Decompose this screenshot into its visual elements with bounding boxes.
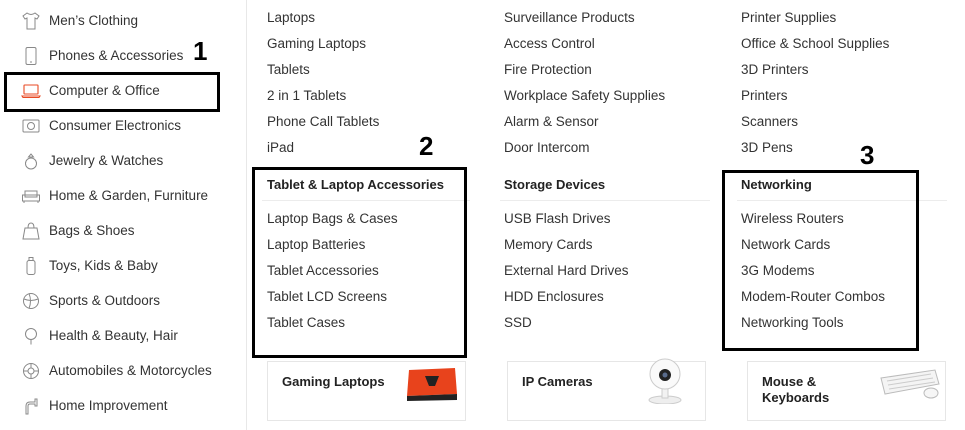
menu-link[interactable]: Phone Call Tablets (267, 114, 379, 129)
menu-link[interactable]: 3D Printers (741, 62, 809, 77)
promo-card-mouse-keyboards[interactable]: Mouse & Keyboards (747, 361, 946, 421)
menu-link[interactable]: Surveillance Products (504, 10, 635, 25)
bottle-icon (20, 255, 42, 277)
menu-link[interactable]: 2 in 1 Tablets (267, 88, 346, 103)
sidebar-item-home-garden[interactable]: Home & Garden, Furniture (0, 178, 247, 213)
menu-link[interactable]: Door Intercom (504, 140, 590, 155)
sidebar-item-label: Home Improvement (49, 398, 168, 413)
sidebar-item-sports-outdoors[interactable]: Sports & Outdoors (0, 283, 247, 318)
menu-heading[interactable]: Storage Devices (504, 177, 605, 192)
tool-icon (20, 395, 42, 417)
annotation-box-2 (252, 167, 467, 358)
shirt-icon (20, 10, 42, 32)
sidebar-item-automobiles[interactable]: Automobiles & Motorcycles (0, 353, 247, 388)
annotation-box-1 (4, 72, 220, 112)
menu-link[interactable]: SSD (504, 315, 532, 330)
menu-link[interactable]: Laptops (267, 10, 315, 25)
sidebar-item-home-improvement[interactable]: Home Improvement (0, 388, 247, 423)
sidebar-item-health-beauty[interactable]: Health & Beauty, Hair (0, 318, 247, 353)
ip-camera-image (643, 358, 687, 405)
menu-link[interactable]: Tablets (267, 62, 310, 77)
sidebar-item-consumer-electronics[interactable]: Consumer Electronics (0, 108, 247, 143)
promo-card-title-line-1: Mouse & (762, 374, 817, 389)
annotation-label-2: 2 (419, 131, 434, 161)
phone-icon (20, 45, 42, 67)
sidebar-item-label: Jewelry & Watches (49, 153, 164, 168)
promo-card-gaming-laptops[interactable]: Gaming Laptops (267, 361, 466, 421)
camera-icon (20, 115, 42, 137)
mirror-icon (20, 325, 42, 347)
menu-link[interactable]: Printer Supplies (741, 10, 836, 25)
gaming-laptop-image (405, 366, 459, 402)
sidebar-item-label: Consumer Electronics (49, 118, 182, 133)
menu-link[interactable]: Office & School Supplies (741, 36, 889, 51)
menu-link[interactable]: Gaming Laptops (267, 36, 366, 51)
annotation-label-3: 3 (860, 140, 875, 170)
annotation-label-1: 1 (193, 36, 208, 66)
menu-link[interactable]: HDD Enclosures (504, 289, 604, 304)
menu-link[interactable]: Access Control (504, 36, 595, 51)
menu-link[interactable]: Memory Cards (504, 237, 593, 252)
sidebar-item-label: Automobiles & Motorcycles (49, 363, 212, 378)
menu-link[interactable]: Workplace Safety Supplies (504, 88, 665, 103)
menu-link[interactable]: Printers (741, 88, 788, 103)
bag-icon (20, 220, 42, 242)
promo-card-title: Gaming Laptops (282, 374, 385, 389)
sidebar-item-label: Bags & Shoes (49, 223, 135, 238)
sidebar-item-label: Toys, Kids & Baby (49, 258, 158, 273)
keyboard-image (877, 366, 941, 400)
menu-link[interactable]: USB Flash Drives (504, 211, 611, 226)
promo-card-title-line-2: Keyboards (762, 390, 830, 405)
annotation-box-3 (722, 170, 919, 351)
ball-icon (20, 290, 42, 312)
sidebar-item-label: Sports & Outdoors (49, 293, 161, 308)
sidebar-item-jewelry-watches[interactable]: Jewelry & Watches (0, 143, 247, 178)
ring-icon (20, 150, 42, 172)
promo-card-ip-cameras[interactable]: IP Cameras (507, 358, 706, 421)
menu-link[interactable]: iPad (267, 140, 294, 155)
sidebar-item-label: Phones & Accessories (49, 48, 184, 63)
menu-link[interactable]: Fire Protection (504, 62, 592, 77)
wheel-icon (20, 360, 42, 382)
menu-link[interactable]: Alarm & Sensor (504, 114, 599, 129)
sidebar-item-label: Health & Beauty, Hair (49, 328, 178, 343)
category-sidebar: Men’s Clothing Phones & Accessories Comp… (0, 0, 247, 430)
sidebar-item-label: Home & Garden, Furniture (49, 188, 209, 203)
sofa-icon (20, 185, 42, 207)
sidebar-item-toys-kids[interactable]: Toys, Kids & Baby (0, 248, 247, 283)
sidebar-item-mens-clothing[interactable]: Men’s Clothing (0, 3, 247, 38)
sidebar-item-bags-shoes[interactable]: Bags & Shoes (0, 213, 247, 248)
menu-link[interactable]: Scanners (741, 114, 798, 129)
sidebar-item-phones-accessories[interactable]: Phones & Accessories (0, 38, 247, 73)
menu-link[interactable]: 3D Pens (741, 140, 793, 155)
sidebar-item-label: Men’s Clothing (49, 13, 139, 28)
menu-link[interactable]: External Hard Drives (504, 263, 629, 278)
divider (500, 200, 710, 201)
promo-card-title: IP Cameras (522, 374, 593, 389)
